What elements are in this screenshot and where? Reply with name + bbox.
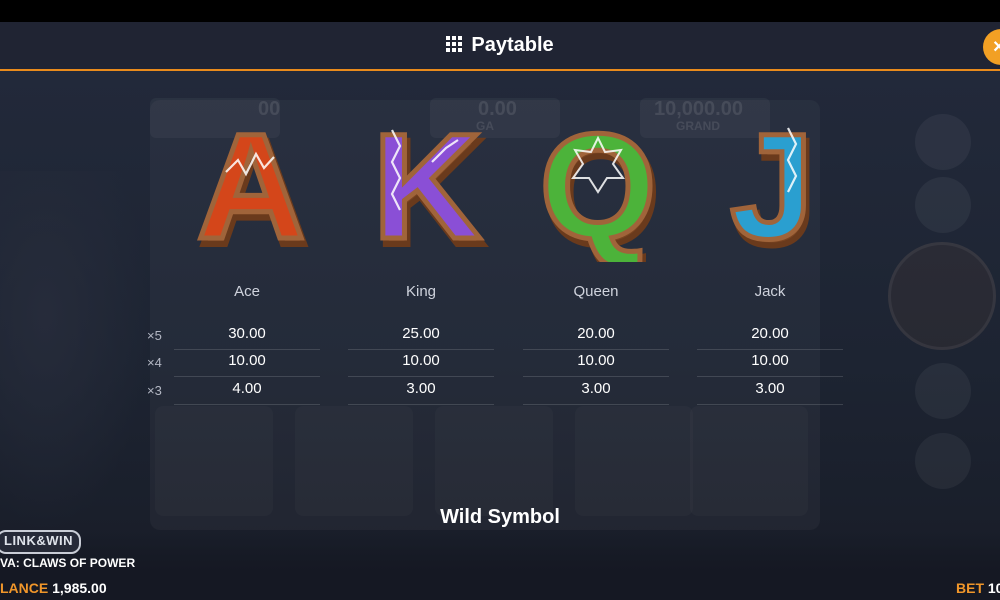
- close-icon: ×: [993, 35, 1000, 58]
- background-reel-cell: [295, 406, 413, 516]
- payout-cell: 20.00: [523, 322, 669, 350]
- payout-cell: 10.00: [348, 349, 494, 377]
- game-logo: LINK&WIN: [0, 530, 81, 554]
- jack-symbol-icon: J J: [728, 102, 820, 250]
- multiplier-label: ×4: [147, 355, 162, 370]
- background-menu-icon: [915, 433, 971, 489]
- page-title: Paytable: [0, 34, 1000, 57]
- background-reel-cell: [435, 406, 553, 516]
- top-status-strip: [0, 0, 1000, 22]
- payout-cell: 20.00: [697, 322, 843, 350]
- wild-symbol-heading: Wild Symbol: [440, 506, 560, 528]
- game-name: VA: CLAWS OF POWER: [0, 556, 136, 570]
- payout-cell: 25.00: [348, 322, 494, 350]
- payout-cell: 3.00: [523, 377, 669, 405]
- payout-cell: 10.00: [174, 349, 320, 377]
- background-reel-cell: [575, 406, 693, 516]
- background-reel-cell: [690, 406, 808, 516]
- symbol-label-king: King: [405, 283, 437, 300]
- background-coins-icon: [915, 363, 971, 419]
- payout-cell: 3.00: [697, 377, 843, 405]
- paytable-title-text: Paytable: [471, 34, 554, 56]
- symbol-label-jack: Jack: [754, 283, 786, 300]
- payout-cell: 4.00: [174, 377, 320, 405]
- symbol-label-queen: Queen: [573, 283, 619, 300]
- bet-value: 10: [987, 580, 1000, 596]
- ace-symbol-icon: A A: [194, 102, 311, 250]
- background-reel-cell: [155, 406, 273, 516]
- paytable-header: Paytable: [0, 22, 1000, 71]
- bet-display[interactable]: BET 10: [956, 580, 1000, 596]
- king-symbol-icon: K K: [370, 102, 487, 250]
- background-spin-icon: [888, 242, 996, 350]
- svg-text:K: K: [373, 102, 481, 250]
- queen-symbol-icon: Q Q: [537, 102, 662, 262]
- background-fast-forward-icon: [915, 114, 971, 170]
- payout-cell: 30.00: [174, 322, 320, 350]
- balance-display: LANCE 1,985.00: [0, 580, 107, 596]
- symbol-label-ace: Ace: [234, 283, 260, 300]
- balance-value: 1,985.00: [52, 580, 107, 596]
- svg-text:J: J: [730, 102, 813, 250]
- svg-text:Q: Q: [540, 102, 657, 262]
- grid-icon: [446, 36, 463, 53]
- background-autoplay-icon: [915, 177, 971, 233]
- bottom-shade: [0, 530, 1000, 600]
- payout-cell: 10.00: [697, 349, 843, 377]
- background-tree: [0, 171, 150, 531]
- balance-label: LANCE: [0, 580, 49, 596]
- multiplier-label: ×5: [147, 328, 162, 343]
- svg-text:A: A: [197, 102, 305, 250]
- payout-cell: 3.00: [348, 377, 494, 405]
- multiplier-label: ×3: [147, 383, 162, 398]
- payout-cell: 10.00: [523, 349, 669, 377]
- bet-label: BET: [956, 580, 984, 596]
